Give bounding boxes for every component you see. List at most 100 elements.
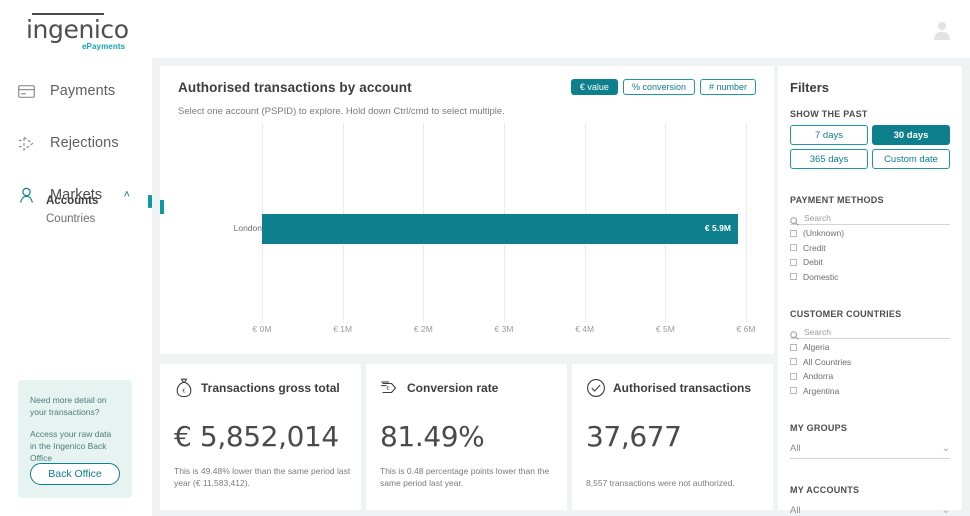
country-andorra[interactable]: Andorra [790,370,950,383]
sidebar: ingenico ePayments Payments [0,0,152,516]
kpi-header: € Conversion rate [380,378,553,398]
promo-line-1: Need more detail on your transactions? [30,394,120,419]
dashboard-page: ingenico ePayments Payments [0,0,970,516]
range-365-days[interactable]: 365 days [790,149,868,169]
chart-active-indicator [160,200,164,214]
sidebar-subitem-label: Countries [46,213,95,225]
toggle-number[interactable]: # number [700,79,756,95]
country-algeria[interactable]: Algeria [790,341,950,354]
date-range-buttons: 7 days 30 days 365 days Custom date [790,125,950,169]
sidebar-item-accounts[interactable]: Accounts [0,192,152,210]
checkbox-icon[interactable] [790,273,797,280]
kpi-card-gross-total: € Transactions gross total € 5,852,014 T… [160,364,361,510]
country-all-countries[interactable]: All Countries [790,356,950,369]
chart-bar-row[interactable]: London € 5.9M [178,214,756,244]
option-label: Argentina [803,386,839,396]
my-groups-select[interactable]: All ⌄ [790,439,950,459]
kpi-value: € 5,852,014 [174,420,347,453]
kpi-title: Transactions gross total [201,381,340,395]
main-left-column: Authorised transactions by account Selec… [160,66,774,354]
sidebar-item-countries[interactable]: Countries [0,210,152,228]
x-tick-label: € 6M [737,324,756,334]
option-label: All Countries [803,357,851,367]
range-custom-date[interactable]: Custom date [872,149,950,169]
spacer [790,283,950,295]
kpi-card-row: € Transactions gross total € 5,852,014 T… [160,364,774,510]
logo-tagline: ePayments [82,42,125,51]
option-label: Algeria [803,342,829,352]
sidebar-subnav: Accounts Countries [0,192,152,228]
range-7-days[interactable]: 7 days [790,125,868,145]
svg-text:€: € [182,389,186,395]
country-argentina[interactable]: Argentina [790,385,950,398]
sidebar-item-label: Payments [50,83,115,99]
payment-methods-heading: PAYMENT METHODS [790,195,950,205]
kpi-note: This is 49.48% lower than the same perio… [174,465,352,491]
chevron-down-icon[interactable]: ⌄ [942,443,950,454]
search-icon [790,327,799,336]
kpi-value: 37,677 [586,420,759,453]
logo-wordmark: ingenico [26,15,129,44]
checkbox-icon[interactable] [790,358,797,365]
payment-method-domestic[interactable]: Domestic [790,271,950,284]
x-tick-label: € 4M [575,324,594,334]
checkbox-icon[interactable] [790,373,797,380]
search-placeholder: Search [804,327,831,337]
checkbox-icon[interactable] [790,387,797,394]
chart-card: Authorised transactions by account Selec… [160,66,774,354]
x-tick-label: € 1M [333,324,352,334]
my-groups-value: All [790,443,801,454]
bar-value-label: € 5.9M [705,223,731,233]
kpi-header: € Transactions gross total [174,378,347,398]
x-tick-label: € 3M [495,324,514,334]
kpi-title: Authorised transactions [613,381,751,395]
kpi-card-authorised-transactions: Authorised transactions 37,677 8,557 tra… [572,364,773,510]
kpi-title: Conversion rate [407,381,498,395]
payment-methods-search[interactable]: Search [790,211,950,225]
checkbox-icon[interactable] [790,230,797,237]
sidebar-item-rejections[interactable]: Rejections [0,126,152,160]
customer-countries-search[interactable]: Search [790,325,950,339]
kpi-card-conversion-rate: € Conversion rate 81.49% This is 0.48 pe… [366,364,567,510]
search-placeholder: Search [804,213,831,223]
filters-panel: Filters SHOW THE PAST 7 days 30 days 365… [778,66,962,510]
option-label: Debit [803,257,823,267]
checkbox-icon[interactable] [790,244,797,251]
spacer [790,169,950,181]
sidebar-item-payments[interactable]: Payments [0,74,152,108]
chart-x-axis: € 0M€ 1M€ 2M€ 3M€ 4M€ 5M€ 6M [178,324,756,340]
back-office-promo: Need more detail on your transactions? A… [18,380,132,498]
payment-method-unknown[interactable]: (Unknown) [790,227,950,240]
bar-london[interactable]: € 5.9M [262,214,738,244]
my-accounts-value: All [790,505,801,516]
search-icon [790,213,799,222]
check-circle-icon [586,378,606,398]
brand-logo[interactable]: ingenico ePayments [26,12,130,52]
x-tick-label: € 5M [656,324,675,334]
toggle-conversion[interactable]: % conversion [623,79,695,95]
x-tick-label: € 0M [253,324,272,334]
customer-countries-heading: CUSTOMER COUNTRIES [790,309,950,319]
my-accounts-select[interactable]: All ⌄ [790,501,950,516]
range-30-days[interactable]: 30 days [872,125,950,145]
user-avatar-icon[interactable] [930,18,954,42]
filters-title: Filters [790,80,950,95]
chart-subtitle: Select one account (PSPID) to explore. H… [178,106,756,117]
option-label: Andorra [803,371,833,381]
kpi-note: 8,557 transactions were not authorized. [586,477,764,490]
payment-method-credit[interactable]: Credit [790,242,950,255]
sidebar-subitem-label: Accounts [46,195,98,207]
metric-toggle-group: € value % conversion # number [571,79,756,95]
back-office-button[interactable]: Back Office [30,463,120,485]
bar-chart-plot: London € 5.9M € 0M€ 1M€ 2M€ 3M€ 4M€ 5M€ … [178,124,756,344]
chevron-down-icon[interactable]: ⌄ [942,505,950,516]
checkbox-icon[interactable] [790,344,797,351]
sidebar-item-label: Rejections [50,135,119,151]
kpi-header: Authorised transactions [586,378,759,398]
toggle-value[interactable]: € value [571,79,618,95]
checkbox-icon[interactable] [790,259,797,266]
option-label: Credit [803,243,826,253]
option-label: (Unknown) [803,228,844,238]
promo-line-2: Access your raw data in the Ingenico Bac… [30,428,120,465]
payment-method-debit[interactable]: Debit [790,256,950,269]
